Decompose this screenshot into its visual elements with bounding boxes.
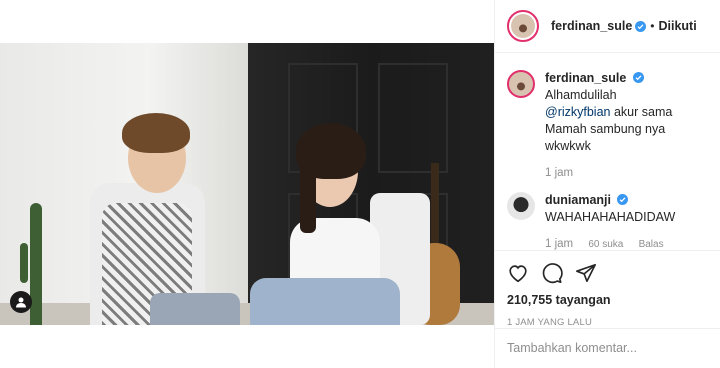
caption-mention[interactable]: @rizkyfbian — [545, 105, 611, 119]
comments-list: ferdinan_sule Alhamdulilah @rizkyfbian a… — [495, 54, 720, 250]
caption: ferdinan_sule Alhamdulilah @rizkyfbian a… — [507, 70, 709, 182]
caption-time[interactable]: 1 jam — [545, 167, 573, 179]
commenter-username[interactable]: duniamanji — [545, 193, 611, 207]
author-avatar[interactable] — [507, 10, 539, 42]
caption-avatar[interactable] — [507, 70, 535, 98]
view-count[interactable]: 210,755 tayangan — [507, 293, 709, 307]
user-tag-icon — [16, 297, 26, 308]
verified-badge-icon — [632, 72, 644, 83]
verified-badge-icon — [635, 20, 647, 32]
post-header: ferdinan_sule • Diikuti — [495, 0, 720, 53]
post-sidebar: ferdinan_sule • Diikuti ferdinan_sule Al… — [494, 0, 720, 368]
author-username[interactable]: ferdinan_sule — [551, 19, 632, 33]
comment-icon[interactable] — [541, 262, 563, 284]
video-frame — [0, 43, 494, 325]
guitar-neck — [431, 163, 439, 253]
post-actions: 210,755 tayangan 1 JAM YANG LALU — [495, 250, 720, 328]
reply-button[interactable]: Balas — [639, 239, 664, 250]
comment-likes[interactable]: 60 suka — [588, 239, 623, 250]
add-comment-input[interactable]: Tambahkan komentar... — [495, 328, 720, 368]
caption-text-1: Alhamdulilah — [545, 88, 617, 102]
post-timestamp[interactable]: 1 JAM YANG LALU — [507, 317, 709, 328]
separator-dot: • — [650, 19, 655, 33]
share-icon[interactable] — [575, 262, 597, 284]
video-player[interactable] — [0, 43, 494, 325]
heart-icon[interactable] — [507, 262, 529, 284]
comment-item: duniamanji WAHAHAHAHADIDAW 1 jam 60 suka… — [507, 192, 709, 250]
caption-username[interactable]: ferdinan_sule — [545, 71, 626, 85]
cactus — [30, 203, 42, 325]
verified-badge-icon — [617, 194, 629, 205]
follow-status[interactable]: Diikuti — [658, 19, 696, 33]
user-tag-button[interactable] — [10, 291, 32, 313]
comment-text: WAHAHAHAHADIDAW — [545, 210, 676, 224]
comment-time[interactable]: 1 jam — [545, 238, 573, 250]
commenter-avatar[interactable] — [507, 192, 535, 220]
